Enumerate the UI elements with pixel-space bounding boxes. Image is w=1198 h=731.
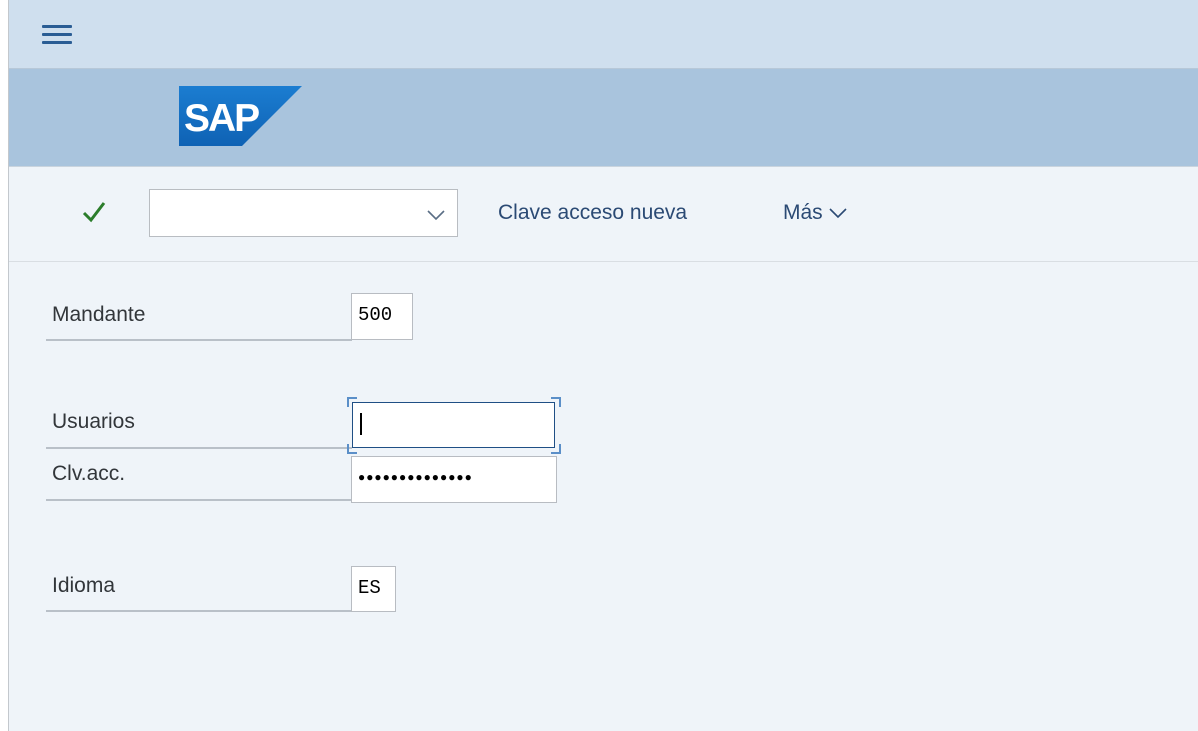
chevron-down-icon — [829, 208, 847, 219]
client-label: Mandante — [46, 303, 352, 341]
client-input[interactable]: 500 — [351, 293, 413, 340]
brand-bar: SAP — [9, 69, 1198, 167]
focus-corner — [551, 444, 561, 454]
client-label-text: Mandante — [52, 303, 146, 326]
new-password-button[interactable]: Clave acceso nueva — [498, 201, 687, 225]
user-label-text: Usuarios — [52, 410, 135, 433]
focus-corner — [347, 397, 357, 407]
chevron-down-icon[interactable] — [425, 204, 447, 224]
logo-text: SAP — [184, 97, 259, 140]
password-input[interactable]: ●●●●●●●●●●●●●● — [351, 456, 557, 503]
focus-corner — [551, 397, 561, 407]
hamburger-menu-icon[interactable] — [39, 20, 75, 50]
user-label: Usuarios — [46, 410, 352, 449]
language-value: ES — [358, 577, 381, 599]
toolbar: Clave acceso nueva Más — [9, 167, 1198, 262]
language-label-text: Idioma — [52, 574, 116, 597]
more-menu-button[interactable]: Más — [783, 201, 848, 225]
text-caret — [360, 413, 362, 435]
window-edge — [8, 0, 9, 731]
client-value: 500 — [358, 304, 393, 326]
password-value: ●●●●●●●●●●●●●● — [358, 471, 473, 485]
language-label: Idioma — [46, 574, 352, 612]
password-label-text: Clv.acc. — [52, 462, 126, 485]
user-input[interactable] — [352, 402, 555, 448]
sap-logo: SAP — [179, 86, 302, 146]
transaction-combobox[interactable] — [149, 189, 458, 237]
language-input[interactable]: ES — [351, 566, 396, 612]
more-label: Más — [783, 201, 823, 224]
focus-corner — [347, 444, 357, 454]
password-label: Clv.acc. — [46, 462, 352, 501]
shell-bar — [9, 0, 1198, 69]
checkmark-icon[interactable] — [81, 199, 107, 225]
